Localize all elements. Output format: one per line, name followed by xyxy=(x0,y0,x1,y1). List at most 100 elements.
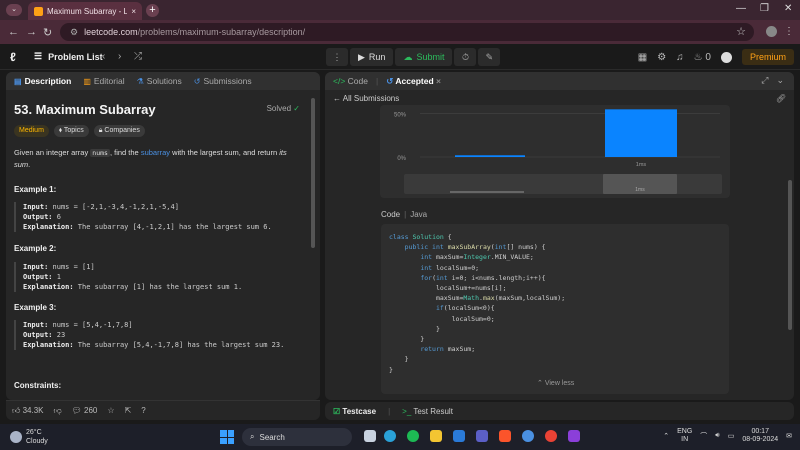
view-less-button[interactable]: ⌃ View less xyxy=(537,379,574,387)
close-tab-icon[interactable]: × xyxy=(131,7,136,16)
taskbar-search[interactable]: ⌕ Search xyxy=(242,428,352,446)
brave-icon[interactable] xyxy=(499,430,511,442)
wifi-icon[interactable]: ⌒ xyxy=(700,431,707,441)
file-explorer-icon[interactable] xyxy=(430,430,442,442)
teams-icon[interactable] xyxy=(476,430,488,442)
subarray-link[interactable]: subarray xyxy=(141,148,170,157)
code-line-10: } xyxy=(389,324,440,333)
reload-icon[interactable]: ↻ xyxy=(43,26,52,39)
bookmark-star-icon[interactable]: ☆ xyxy=(736,25,746,38)
right-scrollbar[interactable] xyxy=(788,180,792,330)
windows-store-icon[interactable] xyxy=(522,430,534,442)
back-to-submissions[interactable]: ← All Submissions xyxy=(333,94,399,103)
clock[interactable]: 00:17 08-09-2024 xyxy=(742,428,778,444)
tab-solutions-label: Solutions xyxy=(146,76,182,86)
edge-icon[interactable] xyxy=(384,430,396,442)
tab-code[interactable]: </> Code xyxy=(333,76,368,86)
panel-controls: ⤢ ⌄ xyxy=(761,75,784,86)
minimize-icon[interactable]: — xyxy=(736,3,746,14)
browser-menu-icon[interactable]: ⋮ xyxy=(784,26,794,37)
difficulty-badge[interactable]: Medium xyxy=(14,125,49,137)
tab-description[interactable]: ▤ Description xyxy=(14,76,71,86)
clock-time: 00:17 xyxy=(751,428,769,435)
url-path: /problems/maximum-subarray/description/ xyxy=(137,27,306,37)
topics-tag[interactable]: ⬧ Topics xyxy=(53,125,89,137)
drag-handle-icon[interactable]: ⋮ xyxy=(326,48,348,66)
favorite-star-icon[interactable]: ☆ xyxy=(107,406,114,415)
example-1-heading: Example 1: xyxy=(14,185,57,194)
spotify-icon[interactable] xyxy=(407,430,419,442)
timer-icon[interactable]: ⏱ xyxy=(454,48,477,66)
tab-solutions[interactable]: ⚗ Solutions xyxy=(137,76,182,86)
comments-button[interactable]: 💬︎ 260 xyxy=(72,406,98,415)
user-avatar[interactable] xyxy=(720,51,732,63)
new-tab-button[interactable]: + xyxy=(146,4,159,17)
tab-test-result-label: Test Result xyxy=(413,406,453,416)
desc-code-nums: nums xyxy=(90,149,110,157)
companies-tag[interactable]: 🔒︎ Companies xyxy=(93,125,145,137)
code-label: Code xyxy=(381,210,401,219)
mail-icon[interactable] xyxy=(453,430,465,442)
streak-count: 0 xyxy=(705,51,711,63)
battery-icon[interactable]: ▭ xyxy=(728,432,735,440)
shuffle-icon[interactable]: ⤮ xyxy=(134,51,142,62)
language-indicator[interactable]: ENG IN xyxy=(677,428,692,444)
tab-testcase[interactable]: ☑ Testcase xyxy=(333,407,376,416)
forward-icon[interactable]: → xyxy=(26,26,37,38)
chrome-icon[interactable] xyxy=(545,430,557,442)
task-view-icon[interactable] xyxy=(364,430,376,442)
run-submit-bar: ⋮ ▶ Run ☁ Submit ⏱ ✎ xyxy=(326,48,501,66)
run-button[interactable]: ▶ Run xyxy=(350,48,394,66)
desc-text-1: Given an integer array xyxy=(14,148,91,157)
tab-test-result[interactable]: >_ Test Result xyxy=(402,407,453,416)
desc-text-4: . xyxy=(28,160,31,169)
tray-chevron-icon[interactable]: ⌃ xyxy=(663,432,669,440)
browser-profile-avatar[interactable] xyxy=(766,26,777,37)
problem-description: Given an integer array nums, find the su… xyxy=(14,147,304,170)
weather-widget[interactable]: 26°C Cloudy xyxy=(10,428,48,446)
tab-accepted[interactable]: ↺ Accepted × xyxy=(386,76,441,87)
notes-icon[interactable]: ✎ xyxy=(478,48,501,66)
explanation-label: Explanation: xyxy=(23,283,74,291)
y-tick-label: 0% xyxy=(397,156,406,162)
like-button[interactable]: 👍︎ 34.3K xyxy=(12,406,44,416)
close-tab-icon[interactable]: × xyxy=(436,76,441,86)
notification-icon[interactable]: ✉ xyxy=(786,432,792,440)
expand-icon[interactable]: ⤢ xyxy=(761,75,768,86)
settings-gear-icon[interactable]: ⚙ xyxy=(657,52,666,63)
windows-taskbar: 26°C Cloudy ⌕ Search ⌃ ENG IN ⌒ 🔊︎ ▭ 00:17… xyxy=(0,424,800,450)
leetcode-logo-icon[interactable]: ℓ xyxy=(10,50,22,64)
share-icon[interactable]: ⇱ xyxy=(125,406,132,415)
premium-button[interactable]: Premium xyxy=(741,49,794,65)
intellij-icon[interactable] xyxy=(568,430,580,442)
url-domain: leetcode.com xyxy=(84,27,138,37)
prev-problem-icon[interactable]: ‹ xyxy=(102,51,105,62)
site-info-icon[interactable]: ⚙ xyxy=(70,27,78,38)
tab-editorial[interactable]: ▥ Editorial xyxy=(83,76,124,86)
left-scrollbar[interactable] xyxy=(311,98,315,248)
url-field[interactable]: ⚙ leetcode.com/problems/maximum-subarray… xyxy=(60,23,754,41)
browser-tab[interactable]: Maximum Subarray - LeetCode × xyxy=(28,2,142,20)
tab-search-icon[interactable]: ⌄ xyxy=(6,4,22,16)
notification-bell-icon[interactable]: ♫ xyxy=(676,52,684,63)
back-icon[interactable]: ← xyxy=(8,26,19,38)
link-icon[interactable]: 🔗︎ xyxy=(776,94,786,103)
start-button[interactable] xyxy=(220,430,234,444)
collapse-icon[interactable]: ⌄ xyxy=(776,75,784,86)
layout-grid-icon[interactable]: ▦ xyxy=(638,52,647,63)
streak-counter[interactable]: ♨ 0 xyxy=(694,52,711,63)
submitted-code: class Solution { public int maxSubArray(… xyxy=(381,224,729,394)
close-window-icon[interactable]: ✕ xyxy=(784,3,792,14)
maximize-icon[interactable]: ❐ xyxy=(760,3,769,14)
input-label: Input: xyxy=(23,203,49,211)
next-problem-icon[interactable]: › xyxy=(118,51,121,62)
problem-list-button[interactable]: ☰ Problem List xyxy=(34,51,103,62)
help-icon[interactable]: ? xyxy=(141,406,145,415)
example-3-heading: Example 3: xyxy=(14,303,57,312)
volume-icon[interactable]: 🔊︎ xyxy=(715,432,719,440)
tab-submissions[interactable]: ↺ Submissions xyxy=(194,76,252,86)
run-label: Run xyxy=(368,52,386,62)
submit-button[interactable]: ☁ Submit xyxy=(395,48,453,66)
dislike-button[interactable]: 👎︎ xyxy=(54,406,62,416)
all-submissions-label: All Submissions xyxy=(342,94,400,103)
